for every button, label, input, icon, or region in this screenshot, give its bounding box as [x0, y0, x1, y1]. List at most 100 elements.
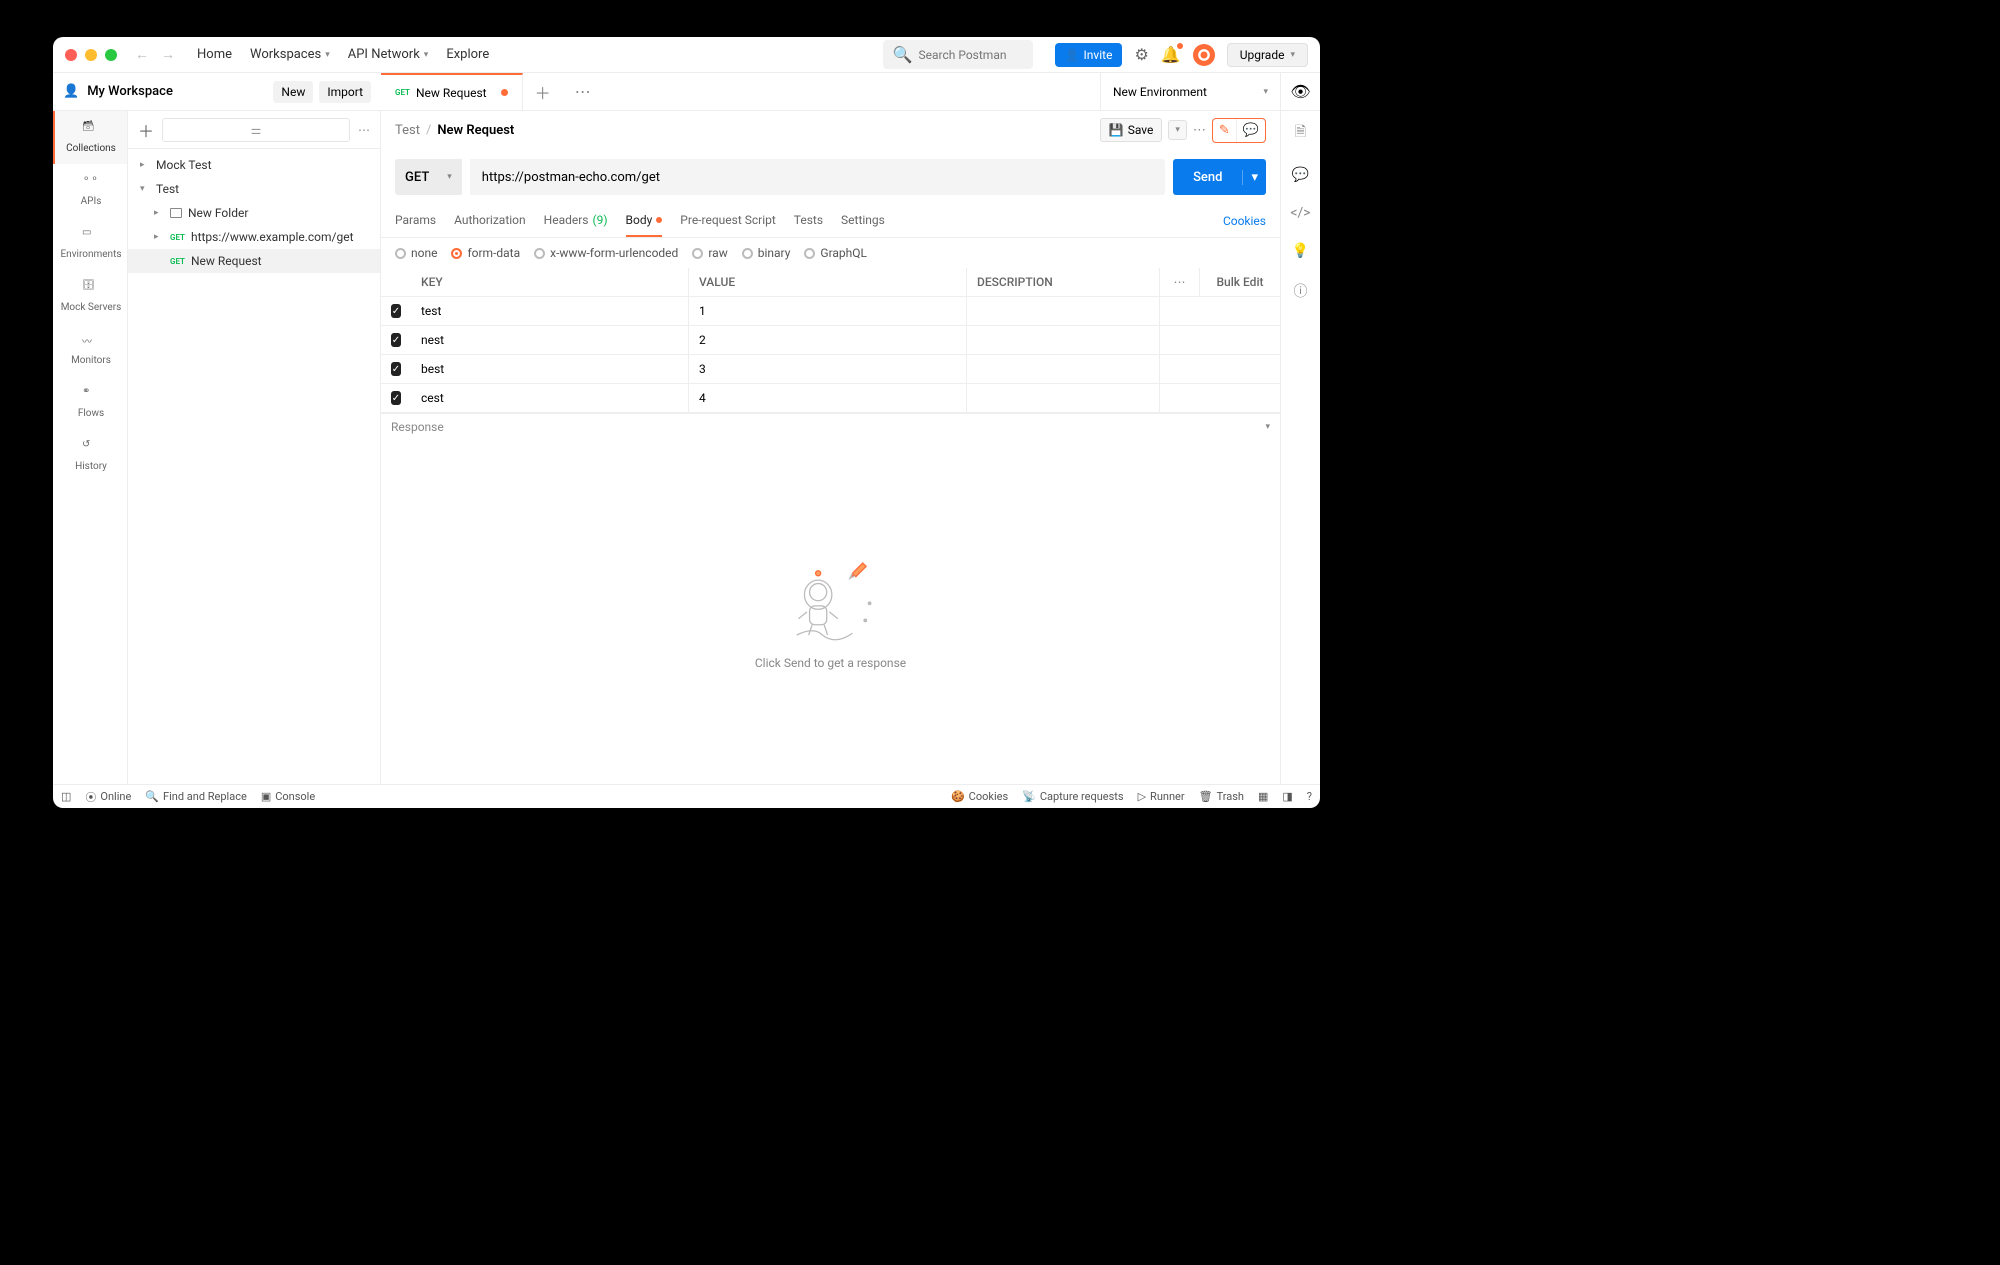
- avatar-icon[interactable]: [1193, 44, 1215, 66]
- cookies-button[interactable]: 🍪 Cookies: [951, 790, 1008, 803]
- env-quicklook-icon[interactable]: 👁: [1280, 73, 1320, 110]
- bodytype-urlencoded[interactable]: x-www-form-urlencoded: [534, 246, 678, 260]
- status-online[interactable]: ⦿ Online: [85, 789, 131, 805]
- notifications-icon[interactable]: 🔔: [1161, 45, 1181, 64]
- formdata-row[interactable]: ✓ best 3: [381, 355, 1280, 384]
- tab-body[interactable]: Body: [626, 205, 663, 237]
- close-window-icon[interactable]: [65, 49, 77, 61]
- tree-folder-new-folder[interactable]: ▸New Folder: [128, 201, 380, 225]
- documentation-icon[interactable]: 🗎: [1295, 121, 1306, 145]
- desc-cell[interactable]: [967, 326, 1160, 354]
- back-icon[interactable]: ←: [135, 46, 149, 63]
- method-selector[interactable]: GET▾: [395, 159, 462, 195]
- row-checkbox[interactable]: ✓: [391, 391, 401, 405]
- find-replace-button[interactable]: 🔍 Find and Replace: [145, 790, 247, 803]
- upgrade-button[interactable]: Upgrade▾: [1227, 43, 1308, 67]
- two-pane-icon[interactable]: ◨: [1282, 790, 1292, 803]
- rail-collections[interactable]: 🗃Collections: [53, 111, 127, 164]
- search-box[interactable]: 🔍: [883, 40, 1033, 69]
- value-cell[interactable]: 3: [689, 355, 967, 383]
- maximize-window-icon[interactable]: [105, 49, 117, 61]
- tab-prerequest[interactable]: Pre-request Script: [680, 205, 775, 237]
- bodytype-graphql[interactable]: GraphQL: [804, 246, 867, 260]
- row-checkbox[interactable]: ✓: [391, 304, 401, 318]
- help-icon[interactable]: ?: [1307, 790, 1312, 803]
- row-checkbox[interactable]: ✓: [391, 362, 401, 376]
- save-dropdown[interactable]: ▾: [1168, 120, 1187, 140]
- bodytype-none[interactable]: none: [395, 246, 437, 260]
- runner-button[interactable]: ▷ Runner: [1138, 790, 1185, 803]
- value-cell[interactable]: 1: [689, 297, 967, 325]
- new-collection-button[interactable]: ＋: [138, 118, 154, 142]
- value-cell[interactable]: 2: [689, 326, 967, 354]
- desc-cell[interactable]: [967, 297, 1160, 325]
- formdata-row[interactable]: ✓ test 1: [381, 297, 1280, 326]
- rail-environments[interactable]: ▭Environments: [53, 217, 127, 270]
- invite-button[interactable]: 👤 Invite: [1055, 43, 1123, 67]
- row-checkbox[interactable]: ✓: [391, 333, 401, 347]
- tab-tests[interactable]: Tests: [794, 205, 823, 237]
- nav-explore[interactable]: Explore: [446, 47, 489, 62]
- collection-options-icon[interactable]: ⋯: [358, 123, 370, 137]
- tree-collection-test[interactable]: ▾Test: [128, 177, 380, 201]
- nav-api-network[interactable]: API Network▾: [348, 47, 429, 62]
- comment-mode-icon[interactable]: 💬: [1236, 119, 1265, 142]
- bodytype-raw[interactable]: raw: [692, 246, 727, 260]
- formdata-row[interactable]: ✓ nest 2: [381, 326, 1280, 355]
- cookies-link[interactable]: Cookies: [1223, 206, 1266, 236]
- chevron-down-icon[interactable]: ▾: [1265, 422, 1270, 432]
- nav-home[interactable]: Home: [197, 47, 232, 62]
- search-input[interactable]: [919, 48, 1023, 62]
- sidebar-toggle-icon[interactable]: ◫: [61, 790, 71, 803]
- tree-request-example[interactable]: ▸GEThttps://www.example.com/get: [128, 225, 380, 249]
- send-button[interactable]: Send▾: [1173, 159, 1266, 195]
- info-lightbulb-icon[interactable]: 💡: [1292, 243, 1309, 259]
- tab-params[interactable]: Params: [395, 205, 436, 237]
- chevron-down-icon[interactable]: ▾: [1242, 170, 1266, 185]
- comments-icon[interactable]: 💬: [1292, 167, 1309, 183]
- info-icon[interactable]: ⓘ: [1294, 281, 1308, 301]
- rail-mock-servers[interactable]: 🗄Mock Servers: [53, 270, 127, 323]
- edit-mode-icon[interactable]: ✎: [1213, 119, 1236, 142]
- column-options-icon[interactable]: ⋯: [1160, 268, 1200, 296]
- import-button[interactable]: Import: [319, 81, 371, 103]
- layout-icon[interactable]: ▦: [1258, 790, 1268, 803]
- tab-options-icon[interactable]: ⋯: [563, 73, 603, 110]
- request-tab[interactable]: GET New Request: [381, 73, 523, 110]
- bodytype-formdata[interactable]: form-data: [451, 246, 520, 260]
- rail-monitors[interactable]: 〰Monitors: [53, 323, 127, 376]
- save-button[interactable]: 💾Save: [1100, 118, 1163, 142]
- capture-requests-button[interactable]: 📡 Capture requests: [1022, 790, 1123, 803]
- code-icon[interactable]: </>: [1290, 205, 1310, 221]
- desc-cell[interactable]: [967, 355, 1160, 383]
- settings-icon[interactable]: ⚙: [1134, 45, 1148, 64]
- bodytype-binary[interactable]: binary: [742, 246, 791, 260]
- breadcrumb-parent[interactable]: Test: [395, 123, 420, 138]
- key-cell[interactable]: cest: [411, 384, 689, 412]
- forward-icon[interactable]: →: [161, 46, 175, 63]
- rail-flows[interactable]: ⚭Flows: [53, 376, 127, 429]
- rail-apis[interactable]: ⚬⚬APIs: [53, 164, 127, 217]
- tab-authorization[interactable]: Authorization: [454, 205, 526, 237]
- filter-input[interactable]: ⚌: [162, 118, 350, 142]
- nav-workspaces[interactable]: Workspaces▾: [250, 47, 330, 62]
- key-cell[interactable]: test: [411, 297, 689, 325]
- tab-settings[interactable]: Settings: [841, 205, 885, 237]
- formdata-row[interactable]: ✓ cest 4: [381, 384, 1280, 413]
- bulk-edit-button[interactable]: Bulk Edit: [1200, 268, 1280, 296]
- url-input[interactable]: [470, 159, 1165, 195]
- trash-button[interactable]: 🗑 Trash: [1199, 790, 1244, 803]
- tree-request-new-request[interactable]: GETNew Request: [128, 249, 380, 273]
- desc-cell[interactable]: [967, 384, 1160, 412]
- value-cell[interactable]: 4: [689, 384, 967, 412]
- key-cell[interactable]: best: [411, 355, 689, 383]
- console-button[interactable]: ▣ Console: [261, 790, 315, 803]
- tree-collection-mock-test[interactable]: ▸Mock Test: [128, 153, 380, 177]
- more-options-icon[interactable]: ⋯: [1193, 123, 1206, 138]
- new-tab-button[interactable]: ＋: [523, 73, 563, 110]
- minimize-window-icon[interactable]: [85, 49, 97, 61]
- new-button[interactable]: New: [273, 81, 313, 103]
- key-cell[interactable]: nest: [411, 326, 689, 354]
- environment-selector[interactable]: New Environment▾: [1100, 73, 1280, 110]
- rail-history[interactable]: ↺History: [53, 429, 127, 482]
